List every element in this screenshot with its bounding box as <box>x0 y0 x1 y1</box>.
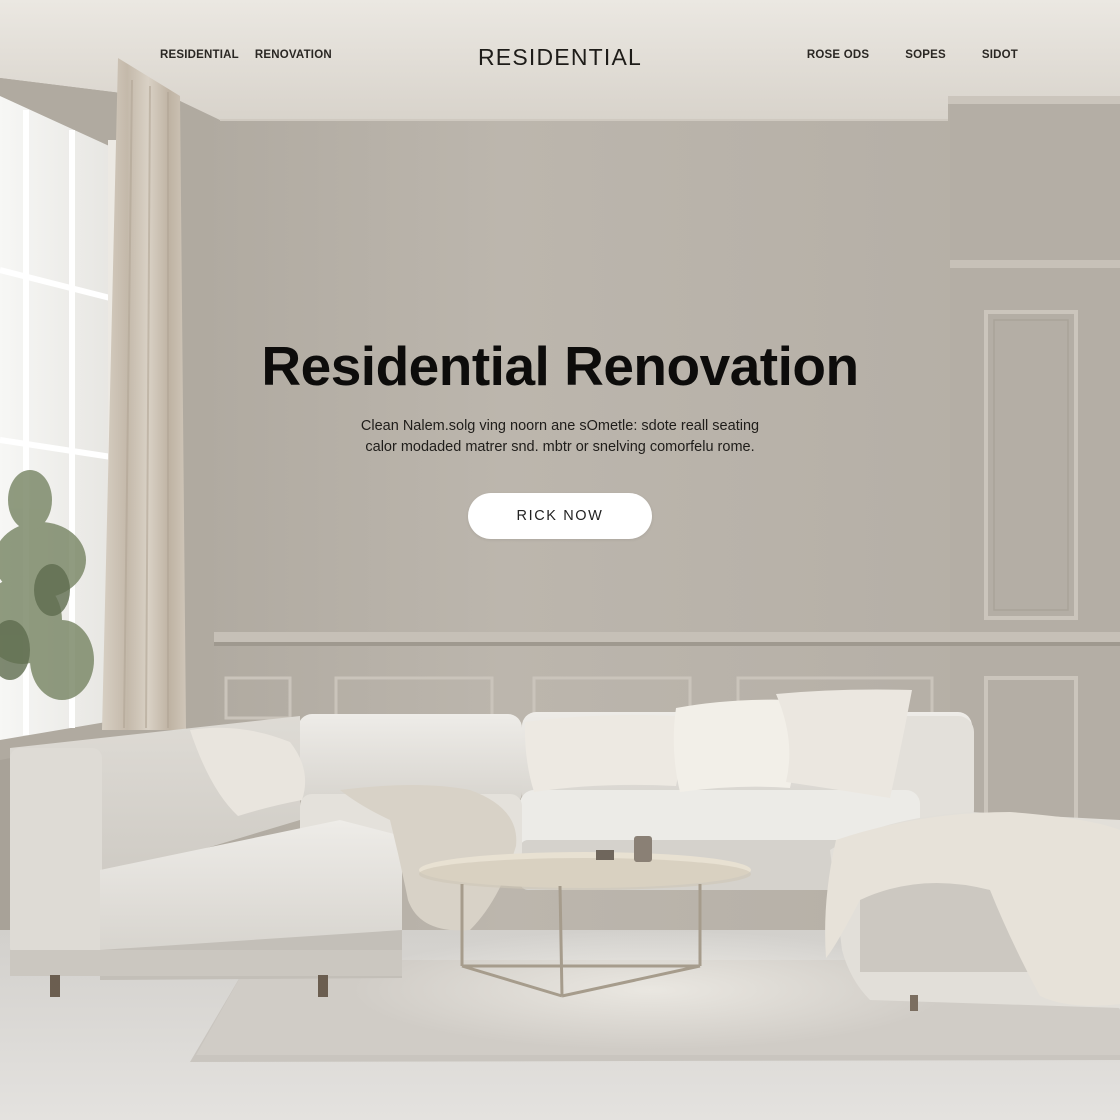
hero-subtitle: Clean Nalem.solg ving noorn ane sOmetle:… <box>325 416 795 458</box>
hero-title: Residential Renovation <box>261 335 859 397</box>
top-navigation: RESIDENTIAL RENOVATION RESIDENTIAL ROSE … <box>0 0 1120 110</box>
cta-button[interactable]: RICK NOW <box>468 493 652 539</box>
nav-link-right-2[interactable]: SOPES <box>905 49 946 61</box>
hero-background-scene <box>0 0 1120 1120</box>
hero-section: Residential Renovation Clean Nalem.solg … <box>0 334 1120 539</box>
nav-right-group: ROSE ODS SOPES SIDOT <box>807 49 1018 61</box>
nav-link-right-1[interactable]: ROSE ODS <box>807 49 869 61</box>
hero-subtitle-line-2: calor modaded matrer snd. mbtr or snelvi… <box>365 439 755 455</box>
nav-link-right-3[interactable]: SIDOT <box>982 49 1018 61</box>
hero-subtitle-line-1: Clean Nalem.solg ving noorn ane sOmetle:… <box>360 418 760 434</box>
